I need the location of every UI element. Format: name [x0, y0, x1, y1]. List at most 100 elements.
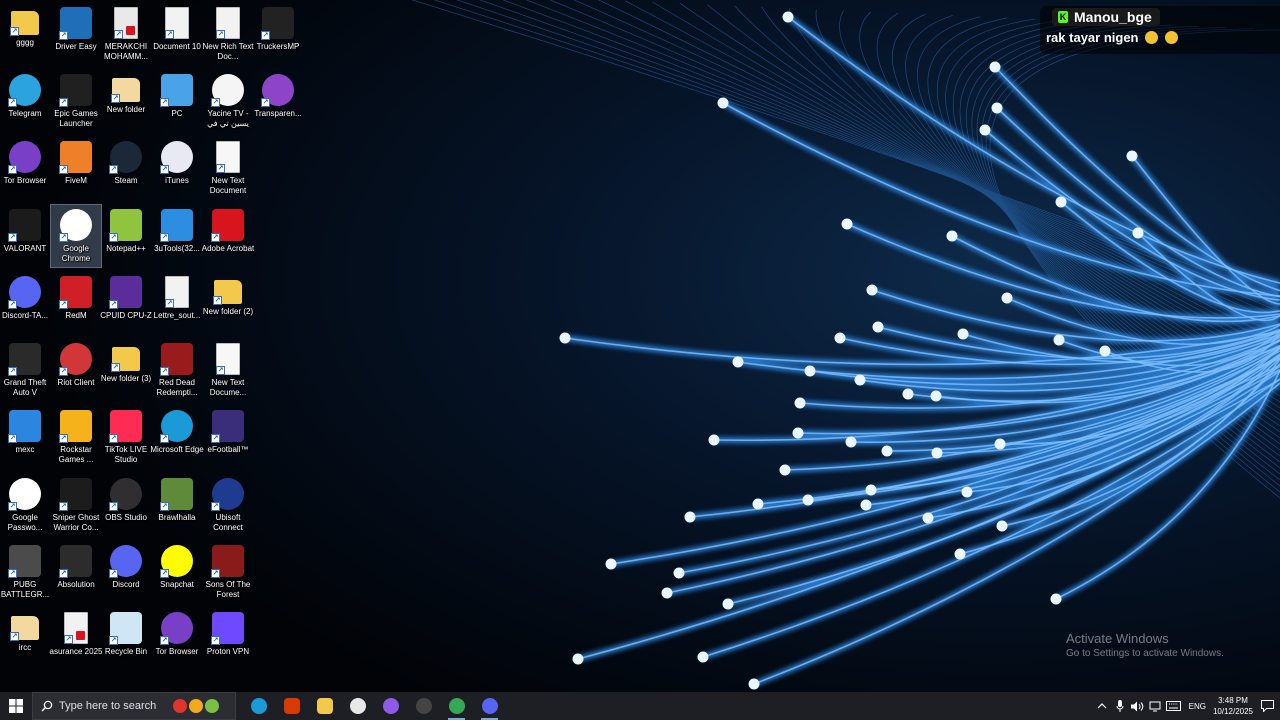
desktop-icon-label: mexc	[15, 445, 35, 454]
discord-icon: ↗	[109, 545, 142, 578]
desktop-icon-google-passwo[interactable]: ↗ Google Passwo...	[0, 474, 50, 536]
desktop-icon-rockstar-games[interactable]: ↗ Rockstar Games ...	[51, 406, 101, 468]
taskbar-search-box[interactable]	[32, 692, 236, 720]
desktop-icon-document-10[interactable]: ↗ Document 10	[152, 3, 202, 65]
messenger-taskbar-button[interactable]	[374, 692, 407, 720]
desktop-icon-new-rich-text-doc[interactable]: ↗ New Rich Text Doc...	[203, 3, 253, 65]
desktop-icon-efootball[interactable]: ↗ eFootball™	[203, 406, 253, 468]
fiber-tip	[717, 97, 729, 109]
desktop-icon-new-folder[interactable]: ↗ New folder	[101, 70, 151, 132]
desktop-icon-sniper-ghost-warrior-co[interactable]: ↗ Sniper Ghost Warrior Co...	[51, 474, 101, 536]
shortcut-arrow-icon: ↗	[109, 165, 118, 174]
desktop-icon-obs-studio[interactable]: ↗ OBS Studio	[101, 474, 151, 536]
desktop-icon-cpuid-cpu-z[interactable]: ↗ CPUID CPU-Z	[100, 272, 152, 334]
discord-taskbar-icon	[481, 698, 498, 714]
desktop-icon-yacine-tv[interactable]: ↗ Yacine TV - يسين تي في	[203, 70, 253, 132]
desktop-icon-truckersmp[interactable]: ↗ TruckersMP	[253, 3, 303, 65]
desktop-icon-itunes[interactable]: ↗ iTunes	[152, 137, 202, 199]
show-hidden-icons-chevron-icon[interactable]	[1094, 698, 1110, 714]
desktop-icon-new-text-document[interactable]: ↗ New Text Document	[203, 137, 253, 199]
chat-taskbar-button[interactable]	[341, 692, 374, 720]
fiber-tip	[684, 511, 696, 523]
office-taskbar-button[interactable]	[275, 692, 308, 720]
edge-taskbar-button[interactable]	[242, 692, 275, 720]
desktop-icon-valorant[interactable]: ↗ VALORANT	[0, 205, 50, 267]
desktop-icon-label: New folder	[106, 105, 146, 114]
notification-center-button[interactable]	[1254, 692, 1280, 720]
volume-icon[interactable]	[1130, 698, 1146, 714]
desktop-icon-discord[interactable]: ↗ Discord	[101, 541, 151, 603]
desktop-icon-redm[interactable]: ↗ RedM	[51, 272, 101, 334]
desktop-icon-ubisoft-connect[interactable]: ↗ Ubisoft Connect	[203, 474, 253, 536]
desktop-icon-microsoft-edge[interactable]: ↗ Microsoft Edge	[150, 406, 204, 468]
desktop-icon-steam[interactable]: ↗ Steam	[101, 137, 151, 199]
fiber-tip	[841, 218, 853, 230]
desktop-icon-epic-games-launcher[interactable]: ↗ Epic Games Launcher	[51, 70, 101, 132]
desktop-icon-absolution[interactable]: ↗ Absolution	[51, 541, 101, 603]
language-indicator[interactable]: ENG	[1189, 702, 1206, 711]
shortcut-arrow-icon: ↗	[111, 94, 120, 103]
desktop-icon-label: Ubisoft Connect	[213, 513, 243, 532]
desktop-icon-pubg-battlegr[interactable]: ↗ PUBG BATTLEGR...	[0, 541, 50, 603]
desktop-icon-grand-theft-auto-v[interactable]: ↗ Grand Theft Auto V	[0, 339, 50, 401]
keyboard-icon[interactable]	[1166, 698, 1182, 714]
chrome-taskbar-button[interactable]	[440, 692, 473, 720]
desktop-icon-transparen[interactable]: ↗ Transparen...	[253, 70, 303, 132]
desktop-icon-brawlhalla[interactable]: ↗ Brawlhalla	[152, 474, 202, 536]
desktop-icon-tor-browser[interactable]: ↗ Tor Browser	[0, 137, 50, 199]
network-icon[interactable]	[1148, 698, 1164, 714]
desktop-icon-label: Red Dead Redempti...	[156, 378, 198, 397]
desktop-icon-ircc[interactable]: ↗ ircc	[0, 608, 50, 670]
absolution-icon: ↗	[59, 545, 92, 578]
fiber-tip	[1050, 593, 1062, 605]
desktop-icon-telegram[interactable]: ↗ Telegram	[0, 70, 50, 132]
file-explorer-taskbar-button[interactable]	[308, 692, 341, 720]
shortcut-arrow-icon: ↗	[109, 569, 118, 578]
obs-taskbar-button[interactable]	[407, 692, 440, 720]
desktop-icon-discord-ta[interactable]: ↗ Discord-TA...	[0, 272, 50, 334]
desktop-icon-google-chrome[interactable]: ↗ Google Chrome	[50, 204, 102, 268]
desktop-icon-red-dead-redempti[interactable]: ↗ Red Dead Redempti...	[152, 339, 202, 401]
start-button[interactable]	[0, 692, 32, 720]
desktop-icon-asurance-2025[interactable]: ↗ asurance 2025	[50, 608, 102, 670]
microphone-icon[interactable]	[1112, 698, 1128, 714]
desktop-icon-riot-client[interactable]: ↗ Riot Client	[51, 339, 101, 401]
fiber-tip	[860, 499, 872, 511]
fiber-tip	[559, 332, 571, 344]
desktop-icon-lettre-sout[interactable]: ↗ Lettre_sout...	[152, 272, 202, 334]
desktop-icon-merakchi-mohamm[interactable]: ↗ MERAKCHI MOHAMM...	[101, 3, 151, 65]
rich-text-icon: ↗	[216, 7, 240, 39]
desktop-icon-new-folder-2[interactable]: ↗ New folder (2)	[203, 272, 253, 334]
kick-badge-icon: K	[1058, 11, 1068, 23]
pdf-file-icon: ↗	[64, 612, 88, 644]
desktop-icon-sons-of-the-forest[interactable]: ↗ Sons Of The Forest	[203, 541, 253, 603]
shortcut-arrow-icon: ↗	[160, 98, 169, 107]
desktop-icon-adobe-acrobat[interactable]: ↗ Adobe Acrobat	[202, 205, 254, 267]
desktop-icon-pc[interactable]: ↗ PC	[152, 70, 202, 132]
desktop-icon-new-text-docume[interactable]: ↗ New Text Docume...	[203, 339, 253, 401]
fiber-tip	[1099, 345, 1111, 357]
shortcut-arrow-icon: ↗	[109, 434, 118, 443]
desktop-icon-proton-vpn[interactable]: ↗ Proton VPN	[203, 608, 253, 670]
desktop-icon-mexc[interactable]: ↗ mexc	[0, 406, 50, 468]
desktop-icon-label: TruckersMP	[256, 42, 300, 51]
desktop-icon-recycle-bin[interactable]: ↗ Recycle Bin	[101, 608, 151, 670]
search-highlight-fruit-icon	[173, 699, 187, 713]
clock[interactable]: 3:48 PM 10/12/2025	[1212, 695, 1254, 717]
desktop-icon-label: eFootball™	[207, 445, 249, 454]
desktop-icon-label: New folder (3)	[100, 374, 152, 383]
desktop-icon-new-folder-3[interactable]: ↗ New folder (3)	[101, 339, 151, 401]
desktop-icon-tiktok-live-studio[interactable]: ↗ TikTok LIVE Studio	[101, 406, 151, 468]
desktop-icon-snapchat[interactable]: ↗ Snapchat	[152, 541, 202, 603]
desktop-icon-notepad[interactable]: ↗ Notepad++	[101, 205, 151, 267]
search-input[interactable]	[57, 699, 179, 713]
shortcut-arrow-icon: ↗	[165, 299, 174, 308]
desktop-icon-gggg[interactable]: ↗ gggg	[0, 3, 50, 65]
desktop-icon-driver-easy[interactable]: ↗ Driver Easy	[51, 3, 101, 65]
edge-icon: ↗	[160, 410, 193, 443]
desktop-icon-3utools-32[interactable]: ↗ 3uTools(32...	[152, 205, 202, 267]
desktop-icon-tor-browser[interactable]: ↗ Tor Browser	[152, 608, 202, 670]
desktop-icon-fivem[interactable]: ↗ FiveM	[51, 137, 101, 199]
fiber-tip	[930, 390, 942, 402]
discord-taskbar-button[interactable]	[473, 692, 506, 720]
